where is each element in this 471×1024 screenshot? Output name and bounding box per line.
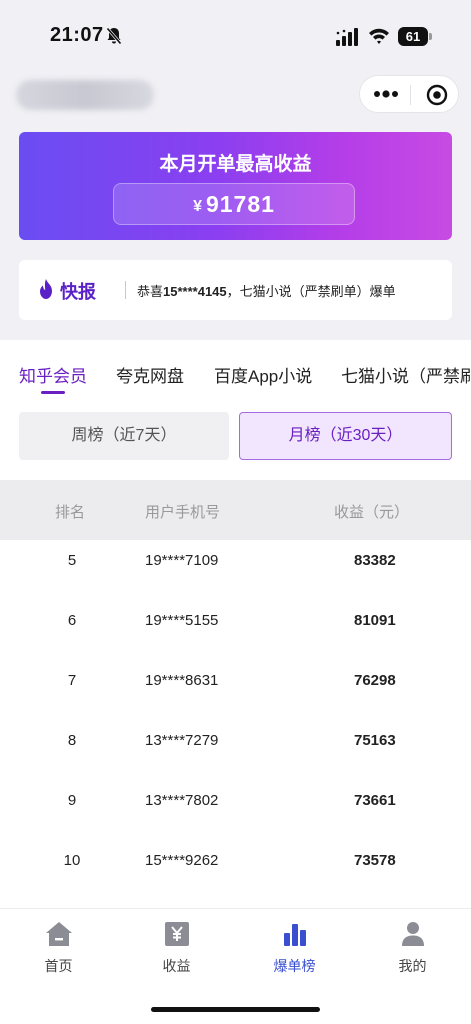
nav-income[interactable]: 收益 — [118, 909, 235, 989]
row-phone: 19****8631 — [145, 672, 219, 689]
banner-title: 本月开单最高收益 — [159, 154, 312, 175]
top-earnings-banner: 本月开单最高收益 ¥91781 — [19, 132, 452, 240]
mini-program-capsule — [359, 75, 459, 113]
home-icon — [46, 922, 72, 946]
close-target-icon[interactable] — [426, 84, 448, 106]
currency-symbol: ¥ — [193, 198, 202, 215]
nav-ranking-label: 爆单榜 — [273, 958, 316, 974]
row-income: 75163 — [354, 732, 396, 749]
tab-qimao-novel[interactable]: 七猫小说（严禁刷单） — [341, 362, 471, 387]
header-phone: 用户手机号 — [145, 504, 221, 521]
table-row: 7 19****8631 76298 — [0, 660, 471, 720]
row-rank: 7 — [67, 672, 77, 689]
row-phone: 13****7279 — [145, 732, 219, 749]
nav-home[interactable]: 首页 — [0, 909, 117, 989]
wifi-icon — [369, 28, 389, 44]
fire-icon — [40, 279, 52, 299]
ranking-table-header: 排名 用户手机号 收益（元） — [0, 480, 471, 540]
more-dots-icon[interactable] — [372, 85, 400, 103]
header-income: 收益（元） — [334, 504, 410, 521]
news-prefix: 恭喜 — [137, 284, 164, 299]
news-label: 快报 — [60, 282, 96, 302]
tab-zhihu-member[interactable]: 知乎会员 — [19, 362, 87, 387]
nav-home-label: 首页 — [44, 958, 73, 974]
capsule-divider — [410, 85, 411, 105]
weekly-ranking-button[interactable]: 周榜（近7天） — [19, 412, 229, 460]
row-phone: 19****5155 — [145, 612, 219, 629]
status-time: 21:07 — [50, 24, 104, 46]
tab-quark-drive[interactable]: 夸克网盘 — [116, 362, 184, 387]
table-row: 5 19****7109 83382 — [0, 540, 471, 600]
row-rank: 10 — [63, 852, 81, 869]
blurred-app-title — [16, 80, 154, 110]
battery-level: 61 — [398, 27, 428, 46]
category-tabs: 知乎会员 夸克网盘 百度App小说 七猫小说（严禁刷单） — [0, 340, 471, 400]
person-icon — [402, 922, 424, 946]
row-rank: 9 — [67, 792, 77, 809]
battery-tip — [429, 33, 432, 40]
battery-indicator: 61 — [398, 27, 432, 46]
news-divider — [125, 281, 126, 299]
banner-amount: 91781 — [205, 191, 275, 217]
row-income: 73661 — [354, 792, 396, 809]
banner-amount-box: ¥91781 — [113, 183, 355, 225]
table-row: 6 19****5155 81091 — [0, 600, 471, 660]
news-suffix: ，七猫小说（严禁刷单）爆单 — [226, 284, 396, 299]
tab-baidu-app-novel[interactable]: 百度App小说 — [214, 362, 312, 387]
header-area: 本月开单最高收益 ¥91781 快报 恭喜15****4145，七猫小说（严禁刷… — [0, 70, 471, 340]
row-income: 83382 — [354, 552, 396, 569]
news-ticker[interactable]: 快报 恭喜15****4145，七猫小说（严禁刷单）爆单 — [19, 260, 452, 320]
active-tab-underline — [41, 391, 65, 394]
row-phone: 19****7109 — [145, 552, 219, 569]
row-income: 73578 — [354, 852, 396, 869]
monthly-ranking-button[interactable]: 月榜（近30天） — [239, 412, 452, 460]
bell-muted-icon — [106, 27, 122, 45]
row-income: 76298 — [354, 672, 396, 689]
row-income: 81091 — [354, 612, 396, 629]
row-phone: 13****7802 — [145, 792, 219, 809]
nav-income-label: 收益 — [162, 958, 191, 974]
row-rank: 6 — [67, 612, 77, 629]
row-phone: 15****9262 — [145, 852, 219, 869]
nav-mine[interactable]: 我的 — [354, 909, 471, 989]
nav-ranking[interactable]: 爆单榜 — [236, 909, 353, 989]
table-row: 10 15****9262 73578 — [0, 840, 471, 900]
table-row: 9 13****7802 73661 — [0, 780, 471, 840]
yen-icon — [165, 922, 189, 946]
row-rank: 5 — [67, 552, 77, 569]
header-rank: 排名 — [55, 504, 86, 521]
row-rank: 8 — [67, 732, 77, 749]
news-text: 恭喜15****4145，七猫小说（严禁刷单）爆单 — [137, 281, 396, 300]
table-row: 8 13****7279 75163 — [0, 720, 471, 780]
bar-chart-icon — [284, 924, 306, 946]
status-bar: 21:07 61 — [0, 0, 471, 70]
signal-icon — [336, 28, 358, 46]
home-indicator[interactable] — [151, 1007, 320, 1012]
news-phone: 15****4145 — [163, 284, 227, 299]
nav-mine-label: 我的 — [398, 958, 427, 974]
